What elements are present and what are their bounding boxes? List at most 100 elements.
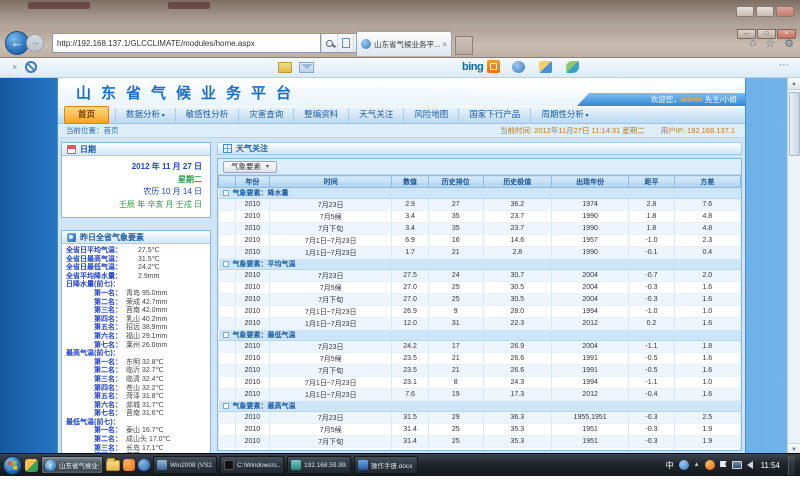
home-icon[interactable]: ⌂: [750, 37, 757, 50]
vertical-scrollbar[interactable]: ▲ ▼: [787, 78, 800, 455]
chevron-down-icon: ▾: [584, 113, 589, 119]
nav-item[interactable]: 天气关注: [348, 108, 403, 122]
command-bar: × bing ⋯: [0, 58, 800, 78]
table-row[interactable]: 2010 1月1日~7月23日 7.6 19 17.3 2012 -0.4: [219, 389, 741, 401]
column-header[interactable]: 时间: [270, 176, 392, 188]
taskbar-window-button[interactable]: 操作手册.docx -...: [354, 456, 418, 474]
table-row[interactable]: 2010 7月1日~7月23日 6.9 16 14.6 1957 -1.0: [219, 235, 741, 247]
pinned-app-icon[interactable]: [123, 459, 135, 471]
mail-icon[interactable]: [299, 62, 314, 73]
card-addon-icon[interactable]: [278, 62, 292, 73]
close-icon[interactable]: [776, 6, 794, 17]
nav-item[interactable]: 整编资料: [293, 108, 348, 122]
windows-logo-icon: [8, 460, 18, 470]
table-row[interactable]: 2010 7月5候 27.0 25 30.5 2004 -0.3: [219, 282, 741, 294]
group-header-row[interactable]: 气象要素：平均气温: [219, 259, 741, 270]
browser-tray-icon[interactable]: [705, 460, 715, 470]
table-row[interactable]: 2010 7月下旬 23.5 21 26.6 1991 -0.5: [219, 365, 741, 377]
summary-row: 全省日最高气温： 31.5℃: [66, 256, 208, 265]
explorer-folder-icon[interactable]: [106, 460, 120, 471]
nav-item[interactable]: 灾害查询: [238, 108, 293, 122]
taskbar-window-button[interactable]: C:\Windows\s...: [220, 456, 284, 474]
more-options-icon[interactable]: ⋯: [779, 60, 790, 71]
scroll-up-icon[interactable]: ▲: [788, 78, 800, 90]
search-icon[interactable]: [321, 34, 337, 52]
column-header[interactable]: 历史极值: [483, 176, 551, 188]
table-row[interactable]: 2010 7月5候 23.5 21 26.6 1991 -0.5: [219, 353, 741, 365]
group-header-row[interactable]: 气象要素：降水量: [219, 188, 741, 199]
ime-indicator[interactable]: 中: [666, 460, 674, 471]
table-row[interactable]: 2010 7月23日 31.5 29 36.3 1955,1951 -0.3: [219, 412, 741, 424]
table-row[interactable]: 2010 7月1日~7月23日 31.5 9 33.0 1997 -1.0: [219, 448, 741, 452]
maximize-icon[interactable]: [756, 6, 774, 17]
action-center-flag-icon[interactable]: [720, 461, 727, 467]
table-row[interactable]: 2010 7月1日~7月23日 23.1 8 24.3 1994 -1.1: [219, 377, 741, 389]
checkbox[interactable]: [223, 403, 229, 409]
show-hidden-icons[interactable]: ▲: [694, 462, 700, 468]
ranking-row: 第七名： 莱州 26.0mm: [66, 342, 208, 351]
app-icon: [157, 460, 167, 470]
column-header[interactable]: 方差: [674, 176, 740, 188]
nav-item[interactable]: 数据分析 ▾: [115, 108, 175, 122]
table-row[interactable]: 2010 1月1日~7月23日 1.7 21 2.8 1990 -0.1: [219, 247, 741, 259]
table-row[interactable]: 2010 7月23日 27.5 24 30.7 2004 -0.7: [219, 270, 741, 282]
column-header[interactable]: 出现年份: [552, 176, 629, 188]
nav-item[interactable]: 首页: [64, 106, 109, 124]
table-row[interactable]: 2010 7月1日~7月23日 26.9 9 28.0 1994 -1.0: [219, 306, 741, 318]
bing-addon-icon[interactable]: [487, 60, 500, 73]
bing-logo[interactable]: bing: [462, 61, 483, 73]
compatibility-view-icon[interactable]: [337, 34, 353, 52]
column-header[interactable]: 数值: [392, 176, 429, 188]
checkbox[interactable]: [223, 332, 229, 338]
table-row[interactable]: 2010 7月下旬 3.4 35 23.7 1990 1.8 4: [219, 223, 741, 235]
minimize-icon[interactable]: [736, 6, 754, 17]
nav-item[interactable]: 周期性分析 ▾: [530, 108, 598, 122]
favorites-star-icon[interactable]: ☆: [765, 37, 775, 50]
nav-item[interactable]: 敏感性分析: [175, 108, 239, 122]
media-player-icon[interactable]: [138, 459, 150, 471]
volume-icon[interactable]: [747, 461, 753, 469]
taskbar-active-window[interactable]: e 山东省气候业务平...: [41, 456, 103, 474]
column-header[interactable]: 距平: [629, 176, 674, 188]
column-header[interactable]: 年份: [235, 176, 269, 188]
table-row[interactable]: 2010 1月1日~7月23日 12.0 31 22.3 2012 0.2: [219, 318, 741, 330]
scrollbar-thumb[interactable]: [789, 92, 800, 156]
addon-icon[interactable]: [512, 61, 525, 73]
nav-item[interactable]: 国家下行产品: [458, 108, 530, 122]
checkbox[interactable]: [223, 261, 229, 267]
group-header-row[interactable]: 气象要素：最高气温: [219, 401, 741, 412]
close-sidebar-icon[interactable]: ×: [12, 62, 17, 72]
calendar-lunar-date: 农历 10 月 14 日: [67, 186, 202, 199]
table-row[interactable]: 2010 7月23日 24.2 17 26.9 2004 -1.1: [219, 341, 741, 353]
quick-launch-icon[interactable]: [25, 459, 38, 472]
addon-icon[interactable]: [566, 61, 579, 73]
network-status-icon[interactable]: [732, 461, 742, 469]
element-filter-button[interactable]: 气象要素 ▾: [223, 161, 277, 173]
url-input[interactable]: http://192.168.137.1/GLCCLIMATE/modules/…: [52, 33, 320, 53]
taskbar-window-button[interactable]: Win2008 (VS2...: [153, 456, 217, 474]
taskbar-window-button[interactable]: 192.168.59.99...: [287, 456, 351, 474]
tools-gear-icon[interactable]: ⚙: [784, 37, 794, 50]
address-bar: http://192.168.137.1/GLCCLIMATE/modules/…: [52, 33, 386, 53]
table-row[interactable]: 2010 7月下旬 27.0 25 30.5 2004 -0.3: [219, 294, 741, 306]
start-button[interactable]: [3, 456, 22, 475]
column-header[interactable]: 历史排位: [428, 176, 483, 188]
network-globe-icon[interactable]: [679, 460, 689, 470]
group-header-row[interactable]: 气象要素：最低气温: [219, 330, 741, 341]
table-row[interactable]: 2010 7月23日 2.9 27 36.2 1974 2.8: [219, 199, 741, 211]
show-desktop-button[interactable]: [788, 456, 795, 475]
forward-button[interactable]: →: [26, 34, 44, 52]
table-group: 气象要素：平均气温 2010 7月23日 27.5: [219, 259, 741, 330]
nav-item[interactable]: 风险地图: [403, 108, 458, 122]
addon-icon[interactable]: [539, 61, 552, 73]
taskbar-clock[interactable]: 11:54: [758, 461, 783, 470]
browser-toolbar-icons: ⌂ ☆ ⚙: [750, 37, 794, 50]
tab-close-icon[interactable]: ×: [442, 40, 447, 49]
browser-tab[interactable]: 山东省气候业务平... ×: [356, 31, 452, 56]
checkbox[interactable]: [223, 190, 229, 196]
new-tab-button[interactable]: [455, 36, 473, 55]
table-row[interactable]: 2010 7月5候 3.4 35 23.7 1990 1.8 4: [219, 211, 741, 223]
blocked-content-icon[interactable]: [25, 61, 37, 73]
table-row[interactable]: 2010 7月5候 31.4 25 35.3 1951 -0.3: [219, 424, 741, 436]
table-row[interactable]: 2010 7月下旬 31.4 25 35.3 1951 -0.3: [219, 436, 741, 448]
